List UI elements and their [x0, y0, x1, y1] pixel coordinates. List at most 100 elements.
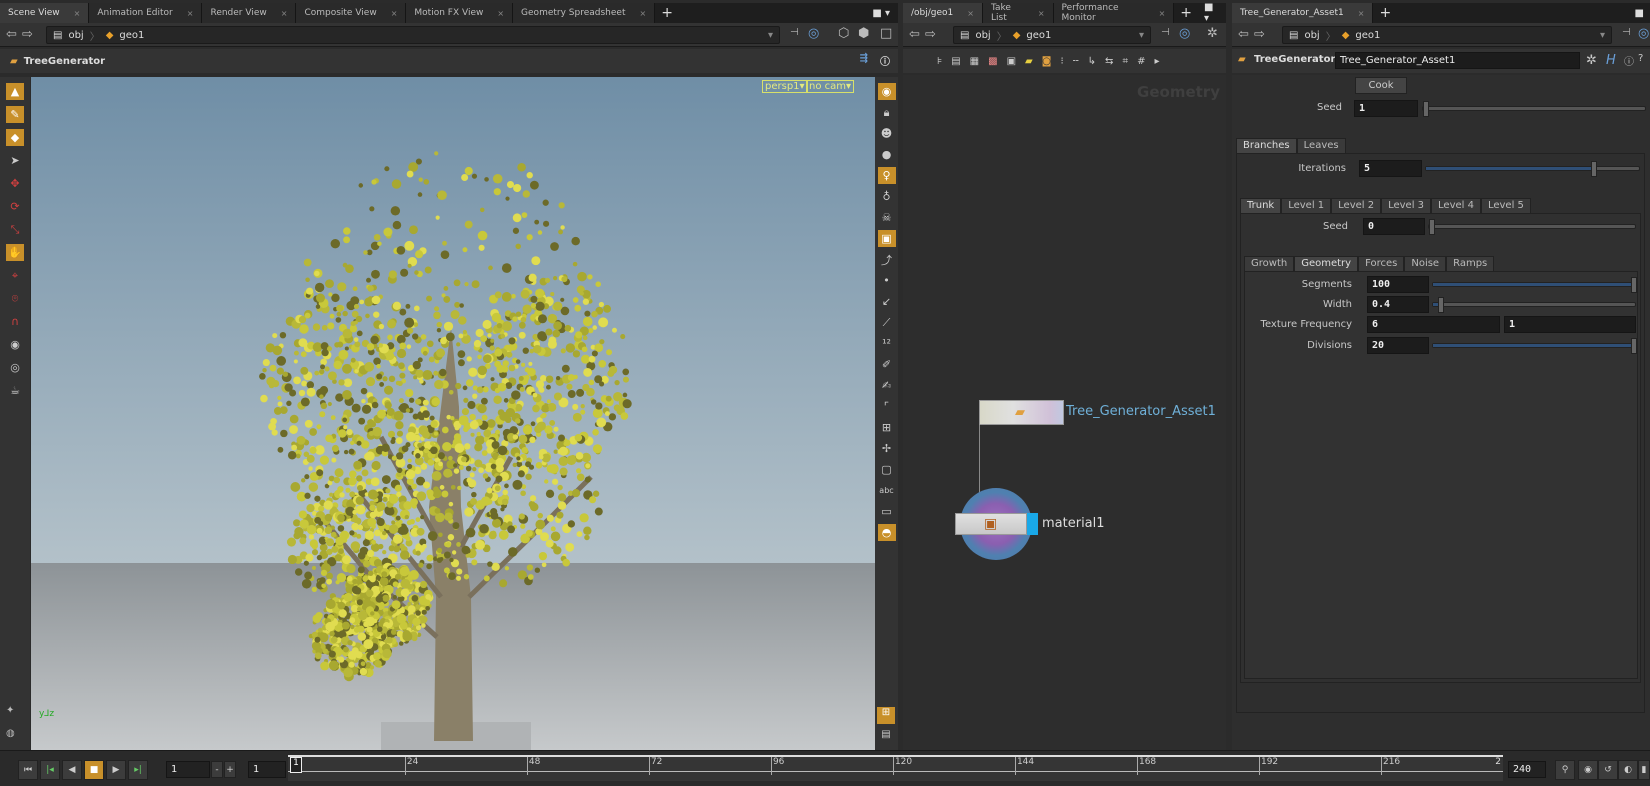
spreadsheet-icon[interactable]: ▦ — [970, 56, 979, 67]
increment-frame-button[interactable]: + — [224, 761, 236, 778]
screen-icon[interactable]: ▭ — [878, 503, 896, 520]
view-layout-icon[interactable]: ▤ — [877, 729, 895, 746]
sphere-icon[interactable]: ● — [878, 146, 896, 163]
tab-render-view[interactable]: Render View × — [202, 3, 297, 23]
level-seed-slider[interactable] — [1428, 219, 1636, 235]
point-icon[interactable]: • — [878, 272, 896, 289]
playhead[interactable]: 1 — [290, 757, 302, 773]
connect-icon[interactable]: ↳ — [1088, 56, 1096, 67]
list-icon[interactable]: ▤ — [951, 56, 960, 67]
vector-icon[interactable]: ⤴ — [878, 251, 896, 268]
tab-motion-fx-view[interactable]: Motion FX View × — [406, 3, 514, 23]
bulb-icon[interactable]: ◓ — [877, 524, 896, 541]
forward-arrow-icon[interactable]: ⇨ — [925, 27, 936, 42]
step-forward-button[interactable]: ▸| — [128, 760, 148, 780]
back-arrow-icon[interactable]: ⇦ — [909, 27, 920, 42]
align-icon[interactable]: ⁝ — [1060, 56, 1063, 67]
grid-icon[interactable]: ⊞ — [878, 419, 896, 436]
corner-icon[interactable]: ⌜ — [878, 398, 896, 415]
snap-grid-icon[interactable]: ⌗ — [1122, 56, 1128, 67]
audio-icon[interactable]: ◐ — [1618, 760, 1638, 780]
step-back-button[interactable]: |◂ — [40, 760, 60, 780]
palette-icon[interactable]: ▩ — [988, 56, 997, 67]
quad-view-icon[interactable]: ⊞ — [877, 707, 895, 724]
node-material1[interactable]: ▣ — [955, 513, 1027, 535]
jump-start-button[interactable]: ⏮ — [18, 760, 38, 780]
brush-icon[interactable]: ◆ — [6, 129, 24, 146]
rotate-icon[interactable]: ⟳ — [6, 198, 24, 215]
shading-icon[interactable]: ⬢ — [858, 26, 869, 41]
network-editor[interactable]: Geometry ▰ Tree_Generator_Asset1 ▣ mater… — [903, 75, 1226, 750]
sticky-note-icon[interactable]: ▰ — [1025, 56, 1033, 67]
level-seed-field[interactable]: 0 — [1363, 218, 1425, 235]
path-field[interactable]: ▤ obj 〉 ◆ geo1 ▾ — [46, 26, 780, 44]
light-link-icon[interactable]: ♁ — [878, 188, 896, 205]
layout-icon[interactable]: ⇆ — [1105, 56, 1113, 67]
abc-icon[interactable]: abc — [878, 482, 896, 499]
eye-icon[interactable]: ◉ — [877, 83, 896, 100]
tab-growth[interactable]: Growth — [1244, 256, 1295, 272]
tab-trunk[interactable]: Trunk — [1240, 198, 1282, 214]
iterations-slider[interactable] — [1425, 161, 1640, 177]
path-field[interactable]: ▤ obj 〉 ◆ geo1 ▾ — [953, 26, 1151, 44]
target-icon[interactable]: ◎ — [1638, 26, 1649, 41]
path-geo1[interactable]: geo1 — [1355, 30, 1380, 41]
close-icon[interactable]: × — [74, 9, 81, 18]
close-icon[interactable]: × — [187, 9, 194, 18]
realtime-icon[interactable]: ◉ — [1578, 760, 1598, 780]
tab-obj-geo1[interactable]: /obj/geo1 × — [903, 3, 983, 23]
magnet-icon[interactable]: ∩ — [6, 313, 24, 330]
back-arrow-icon[interactable]: ⇦ — [6, 27, 17, 42]
render-icon[interactable]: ◍ — [6, 728, 15, 739]
tab-take-list[interactable]: Take List × — [982, 3, 1054, 23]
light-icon[interactable]: ☕ — [6, 382, 24, 399]
divisions-slider[interactable] — [1432, 338, 1637, 354]
close-icon[interactable]: × — [281, 9, 288, 18]
segments-field[interactable]: 100 — [1367, 276, 1429, 293]
pose-icon[interactable]: ✋ — [6, 244, 24, 261]
houdini-help-icon[interactable]: H — [1606, 53, 1616, 68]
dash-icon[interactable]: ╌ — [1073, 56, 1079, 67]
key-icon[interactable]: ⚲ — [1555, 760, 1575, 780]
cook-button[interactable]: Cook — [1355, 77, 1407, 94]
maximize-icon[interactable]: □ — [880, 26, 892, 41]
ghost-icon[interactable]: ☻ — [878, 125, 896, 142]
play-forward-button[interactable]: ▶ — [106, 760, 126, 780]
pin-icon[interactable]: ⊣ — [790, 27, 799, 38]
scale-icon[interactable]: ⤡ — [6, 221, 24, 238]
path-field[interactable]: ▤ obj 〉 ◆ geo1 ▾ — [1282, 26, 1612, 44]
flashlight-icon[interactable]: ✦ — [6, 705, 14, 716]
tab-tree-generator-asset[interactable]: Tree_Generator_Asset1 × — [1232, 3, 1374, 23]
node-label-tree-generator[interactable]: Tree_Generator_Asset1 — [1066, 404, 1216, 419]
path-geo1[interactable]: geo1 — [1026, 30, 1051, 41]
asset-icon[interactable]: ◙ — [1042, 56, 1052, 67]
decrement-frame-button[interactable]: - — [211, 761, 223, 778]
timeline-scrubber[interactable]: 1 2 24 48 72 96 120 144 168 192 216 — [288, 755, 1503, 781]
current-frame-field[interactable]: 1 — [166, 761, 210, 778]
path-geo1[interactable]: geo1 — [119, 30, 144, 41]
gear-icon[interactable]: ✲ — [1586, 53, 1597, 68]
axis-icon[interactable]: ✢ — [878, 440, 896, 457]
info-icon[interactable]: ⓘ — [1624, 53, 1634, 68]
chevron-down-icon[interactable]: ▾ — [1139, 30, 1150, 41]
brush2-icon[interactable]: ✐ — [878, 356, 896, 373]
node-name-field[interactable]: Tree_Generator_Asset1 — [1335, 52, 1580, 69]
divisions-field[interactable]: 20 — [1367, 337, 1429, 354]
square-icon[interactable]: ▢ — [878, 461, 896, 478]
tab-level-4[interactable]: Level 4 — [1431, 198, 1481, 214]
panel-icon[interactable]: ▣ — [1007, 56, 1016, 67]
grid-icon[interactable]: # — [1137, 56, 1145, 67]
close-icon[interactable]: × — [639, 9, 646, 18]
camera-icon[interactable]: ◎ — [6, 359, 24, 376]
wand-icon[interactable]: ⟋ — [878, 314, 896, 331]
tab-performance-monitor[interactable]: Performance Monitor × — [1053, 3, 1175, 23]
close-icon[interactable]: × — [1159, 9, 1166, 18]
tab-leaves[interactable]: Leaves — [1296, 138, 1346, 154]
tab-level-3[interactable]: Level 3 — [1381, 198, 1432, 214]
tab-animation-editor[interactable]: Animation Editor × — [89, 3, 203, 23]
pane-menu-icon[interactable]: ■ ▾ — [1198, 2, 1226, 24]
display-options-icon[interactable]: ▣ — [877, 230, 896, 247]
stop-button[interactable]: ■ — [84, 760, 104, 780]
tab-ramps[interactable]: Ramps — [1446, 256, 1495, 272]
seed-slider[interactable] — [1422, 101, 1646, 117]
